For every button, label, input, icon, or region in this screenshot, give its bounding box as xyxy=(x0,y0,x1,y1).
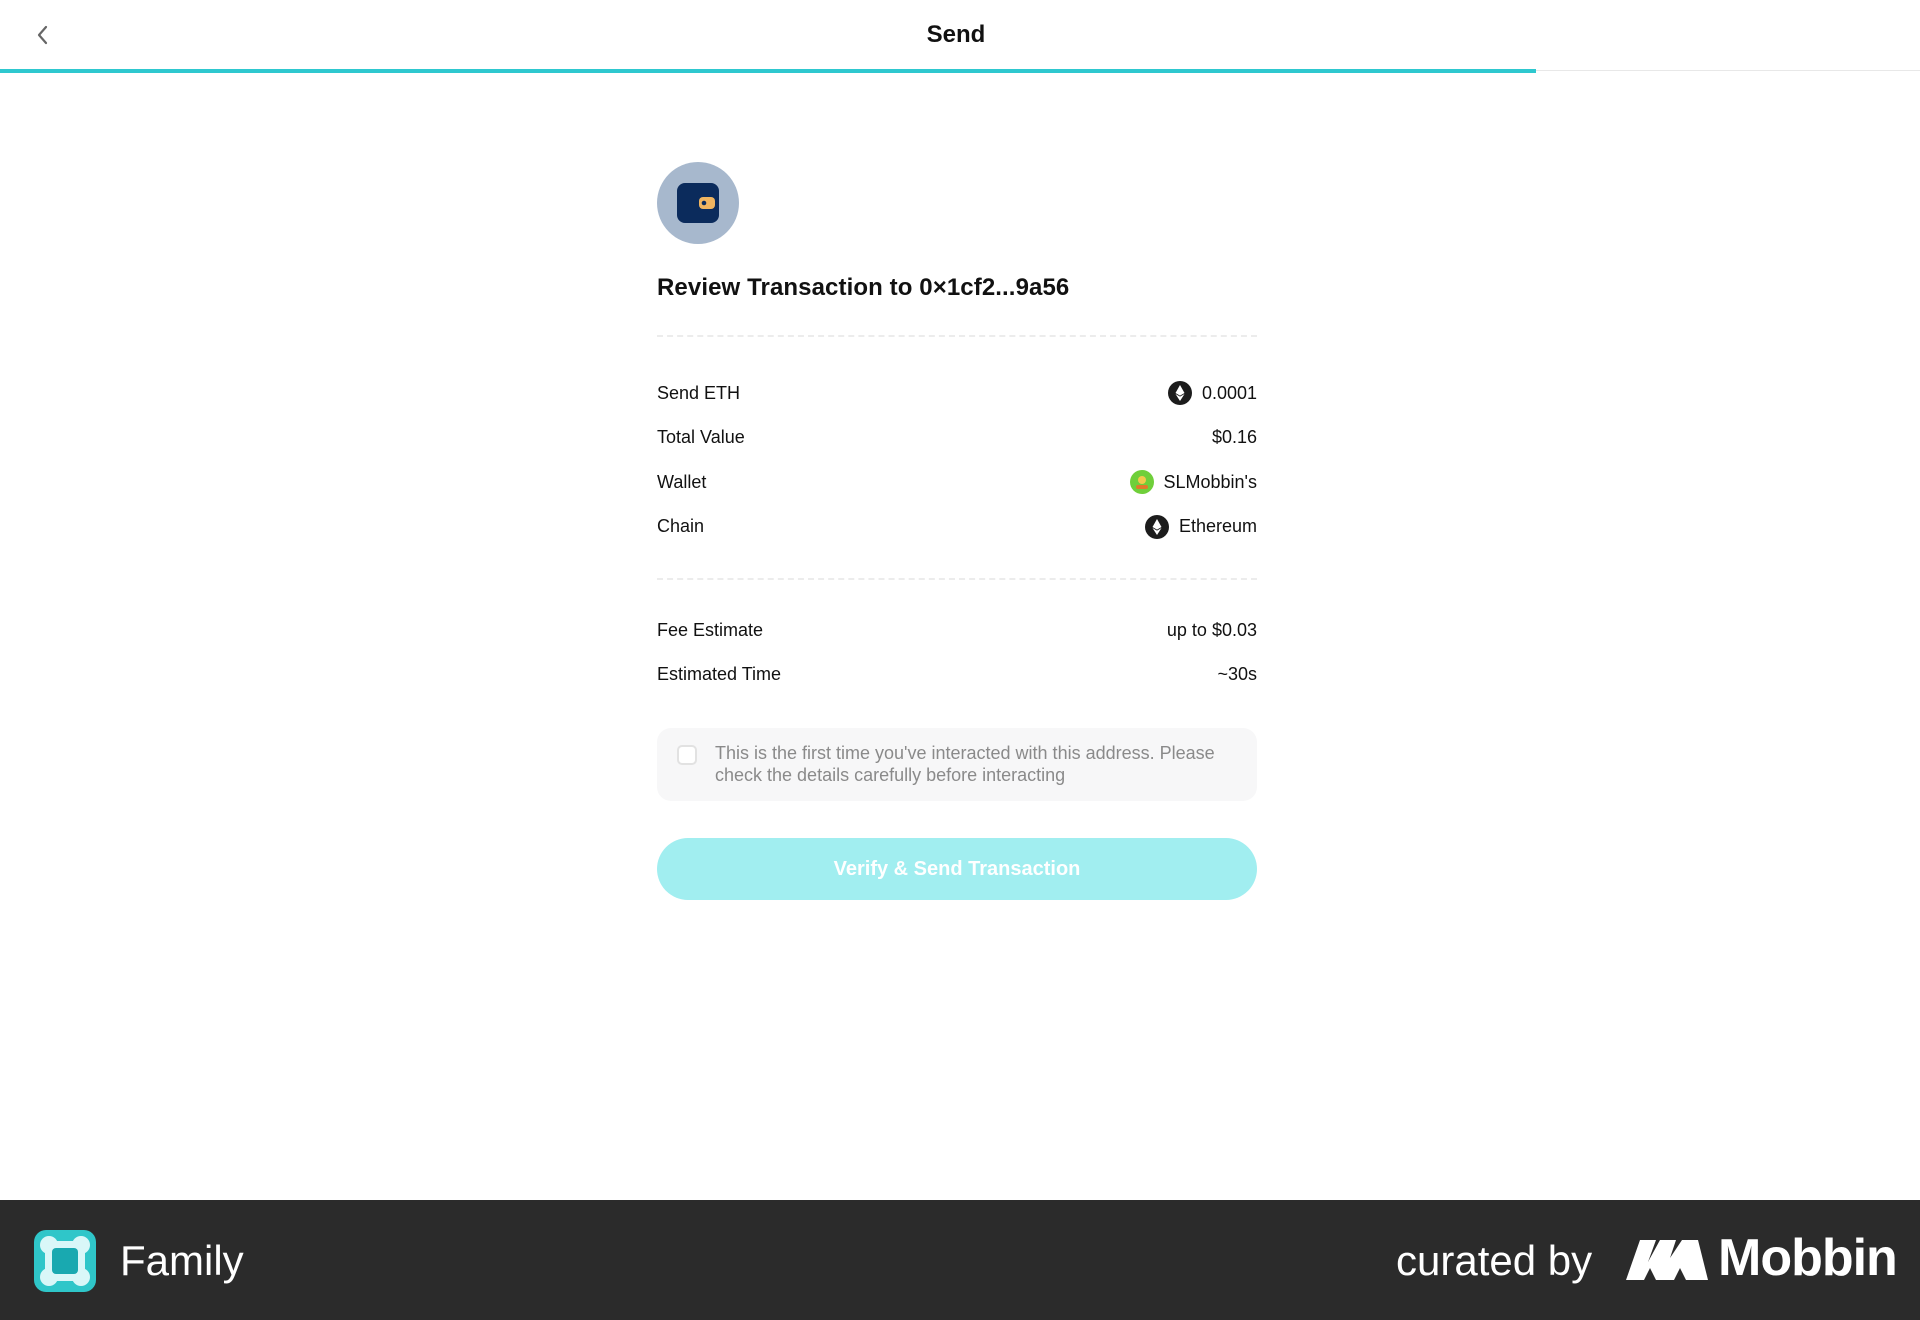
detail-row-total-value: Total Value $0.16 xyxy=(657,416,1257,461)
detail-row-chain: Chain Ethereum xyxy=(657,505,1257,550)
review-title: Review Transaction to 0×1cf2...9a56 xyxy=(657,274,1070,301)
divider xyxy=(657,578,1257,580)
ethereum-icon xyxy=(1167,381,1192,406)
wallet-avatar-icon xyxy=(1129,470,1154,495)
detail-value: 0.0001 xyxy=(1167,381,1257,406)
detail-row-send-eth: Send ETH 0.0001 xyxy=(657,371,1257,416)
send-amount: 0.0001 xyxy=(1201,382,1257,403)
curated-by-label: curated by xyxy=(1396,1237,1593,1284)
mobbin-brand: Mobbin xyxy=(1718,1229,1898,1287)
wallet-avatar xyxy=(657,162,739,244)
footer-banner: Family curated by Mobbin xyxy=(0,1200,1920,1320)
acknowledge-checkbox[interactable] xyxy=(677,745,697,765)
first-interaction-warning: This is the first time you've interacted… xyxy=(657,728,1257,801)
detail-label: Chain xyxy=(657,516,705,537)
detail-label: Fee Estimate xyxy=(657,619,764,640)
detail-row-wallet: Wallet SLMobbin's xyxy=(657,460,1257,505)
mobbin-logo-icon xyxy=(1626,1240,1708,1280)
top-bar: Send xyxy=(0,0,1920,73)
detail-row-fee-estimate: Fee Estimate up to $0.03 xyxy=(657,608,1257,653)
transaction-details: Send ETH 0.0001 Total Value $0.16 Wallet xyxy=(657,371,1257,549)
detail-label: Total Value xyxy=(657,427,745,448)
verify-send-button[interactable]: Verify & Send Transaction xyxy=(657,838,1257,900)
warning-text: This is the first time you've interacted… xyxy=(715,743,1215,785)
fee-details: Fee Estimate up to $0.03 Estimated Time … xyxy=(657,608,1257,697)
detail-label: Wallet xyxy=(657,471,707,492)
detail-label: Send ETH xyxy=(657,382,741,403)
family-app-name: Family xyxy=(120,1237,244,1284)
wallet-icon xyxy=(677,183,719,223)
review-panel: Review Transaction to 0×1cf2...9a56 Send… xyxy=(657,162,1257,900)
estimated-time: ~30s xyxy=(1217,664,1257,685)
wallet-name: SLMobbin's xyxy=(1163,471,1258,492)
detail-row-estimated-time: Estimated Time ~30s xyxy=(657,653,1257,698)
divider xyxy=(657,335,1257,337)
detail-label: Estimated Time xyxy=(657,664,782,685)
chain-name: Ethereum xyxy=(1178,516,1257,537)
total-value: $0.16 xyxy=(1211,427,1257,448)
family-logo-icon xyxy=(34,1230,96,1292)
fee-estimate: up to $0.03 xyxy=(1166,619,1257,640)
progress-bar xyxy=(0,69,1536,73)
ethereum-icon xyxy=(1144,514,1169,539)
page-title: Send xyxy=(926,21,986,48)
detail-value: SLMobbin's xyxy=(1129,470,1258,495)
detail-value: Ethereum xyxy=(1144,514,1257,539)
